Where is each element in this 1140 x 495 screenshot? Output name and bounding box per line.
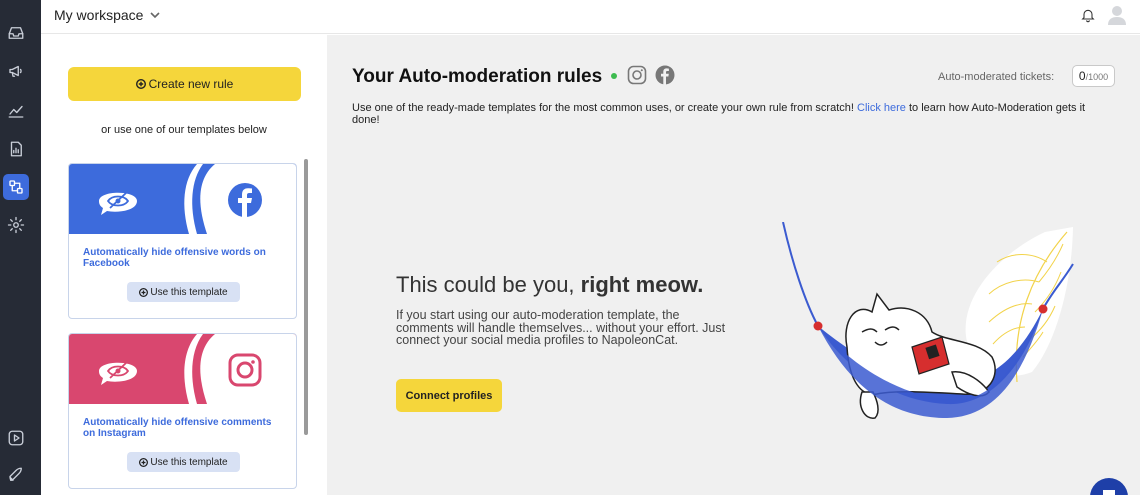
template-card-instagram: Automatically hide offensive comments on… <box>68 333 297 489</box>
plus-circle-icon <box>139 457 149 467</box>
megaphone-icon[interactable] <box>5 60 27 82</box>
templates-hint: or use one of our templates below <box>101 124 267 136</box>
page-description: Use one of the ready-made templates for … <box>352 102 1112 126</box>
tickets-count: 0 <box>1078 69 1086 83</box>
workspace-name: My workspace <box>54 7 144 23</box>
connect-profiles-button[interactable]: Connect profiles <box>396 379 502 412</box>
template-title: Automatically hide offensive words on Fa… <box>83 247 266 269</box>
top-bar: My workspace <box>41 0 1140 34</box>
cat-hammock-illustration <box>782 222 1074 419</box>
plus-circle-icon <box>139 287 149 297</box>
headline-light: This could be you, <box>396 272 575 297</box>
templates-scrollbar[interactable] <box>304 159 308 435</box>
chat-support-button[interactable] <box>1090 478 1128 495</box>
use-template-button[interactable]: Use this template <box>127 282 240 302</box>
template-banner <box>69 334 296 404</box>
status-dot <box>611 73 617 79</box>
notifications-bell-icon[interactable] <box>1080 7 1098 25</box>
tickets-max: /1000 <box>1085 72 1109 82</box>
headline-bold: right meow. <box>580 272 704 297</box>
use-template-button[interactable]: Use this template <box>127 452 240 472</box>
main-content: Your Auto-moderation rules Auto-moderate… <box>327 35 1140 495</box>
video-tutorial-icon[interactable] <box>5 427 27 449</box>
report-icon[interactable] <box>5 138 27 160</box>
instagram-icon <box>228 353 262 387</box>
description-text: Use one of the ready-made templates for … <box>352 102 854 114</box>
empty-state-body: If you start using our auto-moderation t… <box>396 308 726 347</box>
hidden-eye-icon <box>99 192 137 215</box>
create-new-rule-label: Create new rule <box>148 77 234 91</box>
analytics-icon[interactable] <box>5 100 27 122</box>
use-template-label: Use this template <box>150 286 228 298</box>
facebook-icon <box>228 183 262 217</box>
inbox-icon[interactable] <box>5 22 27 44</box>
template-title: Automatically hide offensive comments on… <box>83 417 272 439</box>
settings-icon[interactable] <box>5 214 27 236</box>
empty-state-headline: This could be you, right meow. <box>396 272 703 298</box>
tickets-label: Auto-moderated tickets: <box>938 71 1055 83</box>
tickets-counter: 0 /1000 <box>1072 65 1115 87</box>
user-avatar[interactable] <box>1107 5 1127 25</box>
auto-moderation-icon[interactable] <box>3 174 29 200</box>
workspace-selector[interactable]: My workspace <box>54 7 161 23</box>
chat-icon <box>1103 490 1115 495</box>
use-template-label: Use this template <box>150 456 228 468</box>
chevron-down-icon <box>150 12 161 19</box>
hidden-eye-icon <box>99 362 137 385</box>
template-banner <box>69 164 296 234</box>
templates-panel: Create new rule or use one of our templa… <box>41 35 327 495</box>
template-card-facebook: Automatically hide offensive words on Fa… <box>68 163 297 319</box>
nav-rail <box>0 0 41 495</box>
rocket-icon[interactable] <box>5 464 27 486</box>
page-title: Your Auto-moderation rules <box>352 66 603 87</box>
create-new-rule-button[interactable]: Create new rule <box>68 67 301 101</box>
plus-circle-icon <box>135 79 146 89</box>
instagram-icon[interactable] <box>627 65 647 85</box>
learn-more-link[interactable]: Click here <box>857 102 906 114</box>
facebook-icon[interactable] <box>655 65 675 85</box>
